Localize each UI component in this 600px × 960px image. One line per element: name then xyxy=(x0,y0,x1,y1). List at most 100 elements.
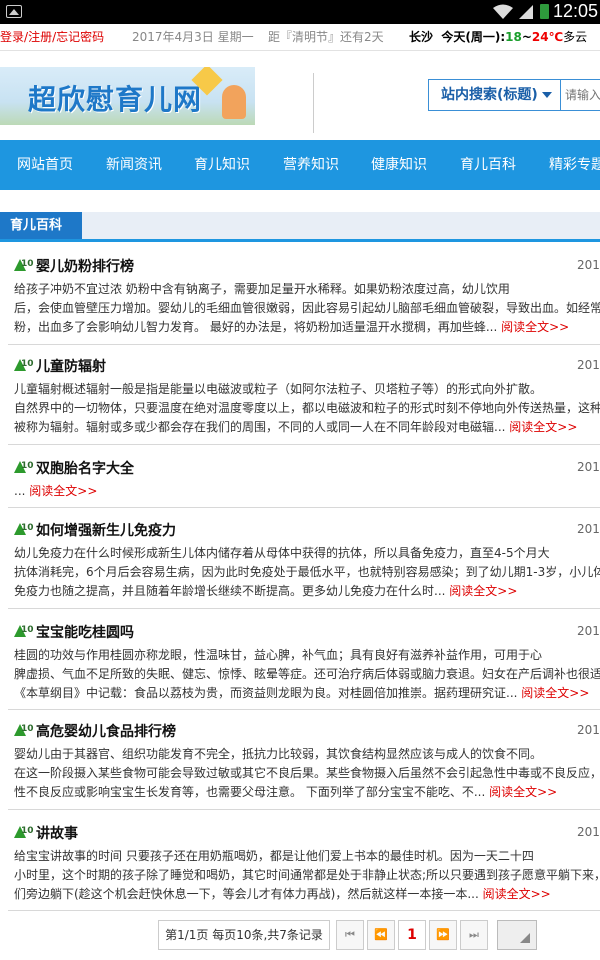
summary-line: 自然界中的一切物体，只要温度在绝对温度零度以上，都以电磁波和粒子的形式时刻不停地… xyxy=(14,401,600,415)
read-more-link[interactable]: 阅读全文>> xyxy=(449,584,517,598)
nav-item-news[interactable]: 新闻资讯 xyxy=(106,140,162,190)
read-more-link[interactable]: 阅读全文>> xyxy=(501,320,569,334)
pagination-info: 第1/1页 每页10条,共7条记录 xyxy=(158,920,330,950)
login-link[interactable]: 登录 xyxy=(0,30,24,44)
article-date: 2017 xyxy=(577,825,600,839)
first-page-button[interactable]: ⏮ xyxy=(336,920,364,950)
read-more-link[interactable]: 阅读全文>> xyxy=(29,484,97,498)
summary-text: 们旁边躺下(趁这个机会赶快休息一下，等会儿才有体力再战)，然后就这样一本接一本.… xyxy=(14,887,483,901)
article-summary: 幼儿免疫力在什么时候形成新生儿体内储存着从母体中获得的抗体，所以具备免疫力，直至… xyxy=(14,544,600,601)
up-arrow-10-icon: 10 xyxy=(14,624,34,640)
section-title: 育儿百科 xyxy=(0,212,82,239)
divider xyxy=(8,809,600,810)
signal-icon xyxy=(519,5,533,19)
search-scope-select[interactable]: 站内搜索(标题) xyxy=(428,79,561,111)
auth-links: 登录/注册/忘记密码 xyxy=(0,24,104,50)
summary-line: 免疫力也随之提高，并且随着年龄增长继续不断提高。更多幼儿免疫力在什么时... 阅… xyxy=(14,582,600,601)
page-jump-button[interactable] xyxy=(497,920,537,950)
summary-line: 小时里，这个时期的孩子除了睡觉和喝奶，其它时间通常都是处于非静止状态;所以只要遇… xyxy=(14,868,600,882)
summary-line: 抗体消耗完，6个月后会容易生病，因为此时免疫处于最低水平，也就特别容易感染；到了… xyxy=(14,565,600,579)
next-page-button[interactable]: ⏩ xyxy=(429,920,457,950)
article-title[interactable]: 高危婴幼儿食品排行榜 xyxy=(36,721,176,741)
summary-text: 免疫力也随之提高，并且随着年龄增长继续不断提高。更多幼儿免疫力在什么时... xyxy=(14,584,450,598)
read-more-link[interactable]: 阅读全文>> xyxy=(483,887,551,901)
summary-line: 幼儿免疫力在什么时候形成新生儿体内储存着从母体中获得的抗体，所以具备免疫力，直至… xyxy=(14,546,550,560)
summary-line: 儿童辐射概述辐射一般是指是能量以电磁波或粒子（如阿尔法粒子、贝塔粒子等）的形式向… xyxy=(14,382,543,396)
article-date: 2017 xyxy=(577,624,600,638)
last-page-button[interactable]: ⏭ xyxy=(460,920,488,950)
weather-city: 长沙 xyxy=(409,30,434,44)
article-date: 2017 xyxy=(577,723,600,737)
site-logo[interactable]: 超欣慰育儿网 xyxy=(0,67,255,125)
article-summary: 婴幼儿由于其器官、组织功能发育不完全，抵抗力比较弱，其饮食结构显然应该与成人的饮… xyxy=(14,745,600,802)
article-summary: 给孩子冲奶不宜过浓 奶粉中含有钠离子，需要加足量开水稀释。如果奶粉浓度过高，幼儿… xyxy=(14,280,600,337)
article-title[interactable]: 讲故事 xyxy=(36,823,78,843)
weather-condition: 多云 xyxy=(563,30,588,44)
up-arrow-10-icon: 10 xyxy=(14,358,34,374)
prev-page-button[interactable]: ⏪ xyxy=(367,920,395,950)
read-more-link[interactable]: 阅读全文>> xyxy=(521,686,589,700)
nav-item-encyclopedia[interactable]: 育儿百科 xyxy=(460,140,516,190)
nav-item-topics[interactable]: 精彩专题 xyxy=(549,140,600,190)
article-date: 2017 xyxy=(577,358,600,372)
nav-item-health[interactable]: 健康知识 xyxy=(371,140,427,190)
summary-line: 给宝宝讲故事的时间 只要孩子还在用奶瓶喝奶，都是让他们爱上书本的最佳时机。因为一… xyxy=(14,849,534,863)
summary-line: ... 阅读全文>> xyxy=(14,482,600,501)
status-bar: 12:05 xyxy=(0,0,600,24)
summary-text: 粉，出血多了会影响幼儿智力发育。 最好的办法是，将奶粉加适量温开水搅稠，再加些蜂… xyxy=(14,320,502,334)
read-more-link[interactable]: 阅读全文>> xyxy=(509,420,577,434)
page-number-current[interactable]: 1 xyxy=(398,920,426,950)
summary-text: ... xyxy=(14,484,30,498)
temp-low: 18 xyxy=(505,30,522,44)
summary-line: 桂圆的功效与作用桂圆亦称龙眼，性温味甘，益心脾，补气血；具有良好有滋养补益作用，… xyxy=(14,648,543,662)
nav-item-nutrition[interactable]: 营养知识 xyxy=(283,140,339,190)
search-scope-label: 站内搜索(标题) xyxy=(441,87,538,103)
article-title[interactable]: 婴儿奶粉排行榜 xyxy=(36,256,134,276)
summary-text: 《本草纲目》中记载：食品以荔枝为贵，而资益则龙眼为良。对桂圆倍加推崇。据药理研究… xyxy=(14,686,522,700)
search-input[interactable] xyxy=(560,79,600,111)
battery-icon xyxy=(540,4,549,19)
summary-line: 婴幼儿由于其器官、组织功能发育不完全，抵抗力比较弱，其饮食结构显然应该与成人的饮… xyxy=(14,747,543,761)
article-title[interactable]: 双胞胎名字大全 xyxy=(36,458,134,478)
summary-line: 们旁边躺下(趁这个机会赶快休息一下，等会儿才有体力再战)，然后就这样一本接一本.… xyxy=(14,885,600,904)
summary-line: 性不良反应或影响宝宝生长发育等，也需要父母注意。 下面列举了部分宝宝不能吃、不.… xyxy=(14,783,600,802)
article-summary: ... 阅读全文>> xyxy=(14,482,600,501)
pagination: 第1/1页 每页10条,共7条记录 ⏮ ⏪ 1 ⏩ ⏭ xyxy=(0,920,600,952)
divider xyxy=(8,507,600,508)
summary-text: 性不良反应或影响宝宝生长发育等，也需要父母注意。 下面列举了部分宝宝不能吃、不.… xyxy=(14,785,490,799)
summary-line: 《本草纲目》中记载：食品以荔枝为贵，而资益则龙眼为良。对桂圆倍加推崇。据药理研究… xyxy=(14,684,600,703)
top-info-bar: 登录/注册/忘记密码 2017年4月3日 星期一 距『清明节』还有2天 长沙 今… xyxy=(0,24,600,50)
article-title[interactable]: 宝宝能吃桂圆吗 xyxy=(36,622,134,642)
temp-high: 24℃ xyxy=(531,30,564,44)
wifi-icon xyxy=(493,4,513,19)
up-arrow-10-icon: 10 xyxy=(14,522,34,538)
weather-today-label: 今天(周一): xyxy=(441,30,506,44)
article-title[interactable]: 如何增强新生儿免疫力 xyxy=(36,520,176,540)
section-header: 育儿百科 xyxy=(0,212,600,242)
up-arrow-10-icon: 10 xyxy=(14,723,34,739)
logo-text: 超欣慰育儿网 xyxy=(28,85,203,116)
forgot-password-link[interactable]: 忘记密码 xyxy=(56,30,104,44)
chevron-down-icon xyxy=(542,92,552,98)
summary-line: 脾虚损、气血不足所致的失眠、健忘、惊悸、眩晕等症。还可治疗病后体弱或脑力衰退。妇… xyxy=(14,667,600,681)
read-more-link[interactable]: 阅读全文>> xyxy=(489,785,557,799)
nav-item-parenting[interactable]: 育儿知识 xyxy=(194,140,250,190)
image-notification-icon xyxy=(6,5,22,18)
article-summary: 桂圆的功效与作用桂圆亦称龙眼，性温味甘，益心脾，补气血；具有良好有滋养补益作用，… xyxy=(14,646,600,703)
divider xyxy=(8,608,600,609)
article-date: 2017 xyxy=(577,522,600,536)
article-date: 2017 xyxy=(577,460,600,474)
corner-arrow-icon xyxy=(520,933,530,943)
site-header: 超欣慰育儿网 站内搜索(标题) xyxy=(0,51,600,140)
weather-widget: 长沙 今天(周一):18~24℃多云 xyxy=(409,24,587,50)
register-link[interactable]: 注册 xyxy=(28,30,52,44)
article-title[interactable]: 儿童防辐射 xyxy=(36,356,106,376)
summary-line: 给孩子冲奶不宜过浓 奶粉中含有钠离子，需要加足量开水稀释。如果奶粉浓度过高，幼儿… xyxy=(14,282,510,296)
summary-line: 在这一阶段摄入某些食物可能会导致过敏或其它不良后果。某些食物摄入后虽然不会引起急… xyxy=(14,766,600,780)
up-arrow-10-icon: 10 xyxy=(14,460,34,476)
article-date: 2017 xyxy=(577,258,600,272)
temp-separator: ~ xyxy=(521,30,532,44)
current-date: 2017年4月3日 星期一 xyxy=(132,30,254,44)
child-illustration xyxy=(222,85,246,119)
nav-item-home[interactable]: 网站首页 xyxy=(17,140,73,190)
